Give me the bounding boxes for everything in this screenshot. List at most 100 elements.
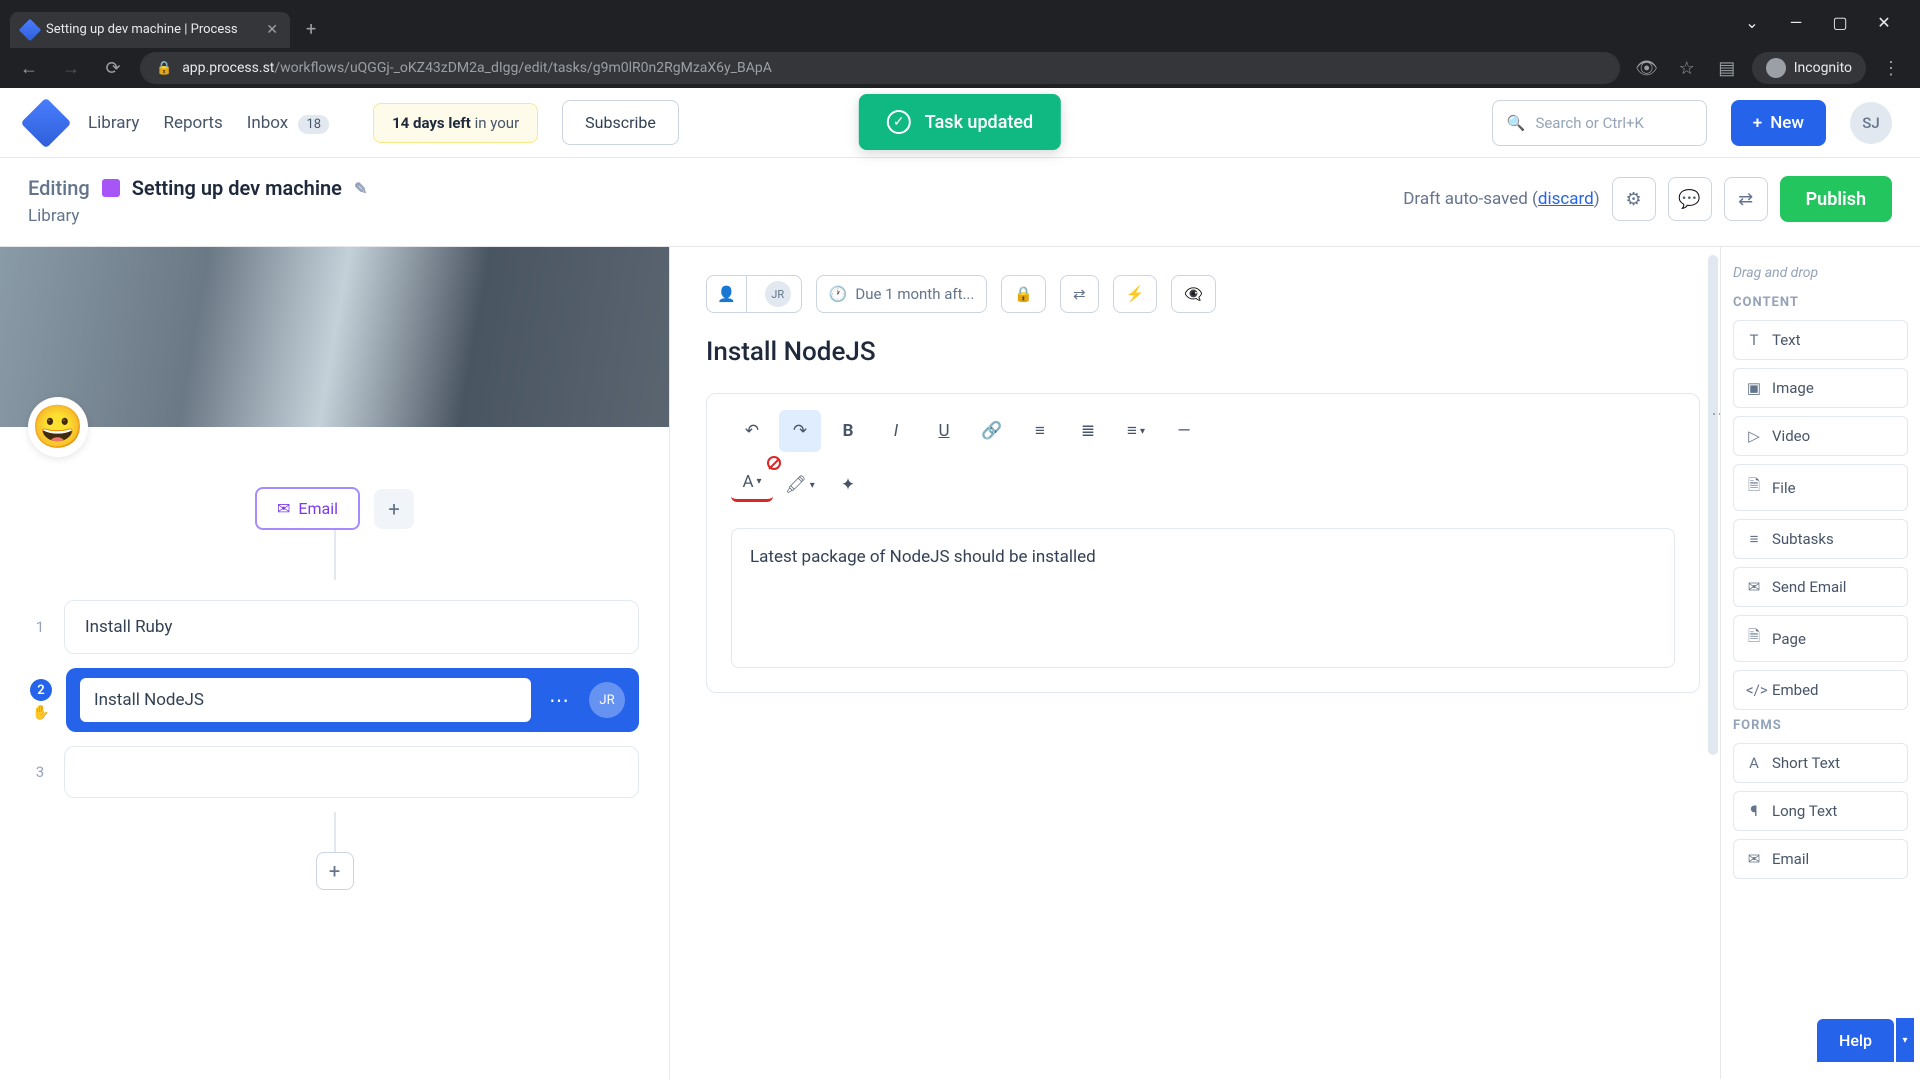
window-maximize-icon[interactable]: ▢: [1824, 8, 1856, 36]
extensions-icon[interactable]: ▤: [1712, 53, 1742, 83]
connector-line: [334, 530, 336, 580]
workflow-cover-image[interactable]: 😀: [0, 247, 669, 427]
task-more-icon[interactable]: ⋯: [543, 688, 577, 712]
block-image[interactable]: ▣Image: [1733, 368, 1908, 408]
browser-tab-strip: Setting up dev machine | Process ✕ + ⌄ —…: [0, 0, 1920, 48]
global-search[interactable]: 🔍 Search or Ctrl+K: [1492, 100, 1707, 146]
task-row-active[interactable]: 2 ✋ ⋯ JR: [30, 668, 639, 732]
task-row[interactable]: 1 Install Ruby: [30, 600, 639, 654]
block-file[interactable]: 🗎File: [1733, 464, 1908, 511]
block-text[interactable]: TText: [1733, 320, 1908, 360]
lock-icon: 🔒: [156, 61, 172, 76]
publish-button[interactable]: Publish: [1780, 176, 1892, 222]
forward-button[interactable]: →: [56, 53, 86, 83]
task-assignee-avatar[interactable]: JR: [589, 682, 625, 718]
long-text-icon: ¶: [1746, 802, 1762, 820]
block-embed[interactable]: </>Embed: [1733, 670, 1908, 710]
lock-pill[interactable]: 🔒: [1001, 275, 1046, 313]
scrollbar[interactable]: [1708, 255, 1718, 755]
italic-button[interactable]: I: [875, 410, 917, 452]
visibility-pill[interactable]: 👁‍🗨: [1171, 275, 1216, 313]
text-color-button[interactable]: A: [731, 464, 773, 502]
underline-button[interactable]: U: [923, 410, 965, 452]
due-date-text: Due 1 month aft...: [855, 285, 974, 303]
shuffle-button[interactable]: ⇄: [1724, 177, 1768, 221]
discard-link[interactable]: discard: [1538, 189, 1594, 209]
email-button[interactable]: ✉ Email: [255, 487, 360, 530]
kebab-menu-icon[interactable]: ⋮: [1876, 53, 1906, 83]
window-minimize-icon[interactable]: —: [1780, 8, 1812, 36]
panel-section-forms: FORMS: [1733, 718, 1908, 733]
nav-library[interactable]: Library: [88, 113, 139, 133]
plus-icon: +: [1753, 113, 1762, 133]
eye-off-icon[interactable]: 👁: [1632, 53, 1662, 83]
app-logo[interactable]: [21, 97, 72, 148]
block-send-email[interactable]: ✉Send Email: [1733, 567, 1908, 607]
star-icon[interactable]: ☆: [1672, 53, 1702, 83]
highlight-button[interactable]: 🖍: [779, 464, 821, 506]
chevron-down-icon[interactable]: ⌄: [1736, 8, 1768, 36]
search-icon: 🔍: [1507, 114, 1526, 132]
editor-content[interactable]: Latest package of NodeJS should be insta…: [731, 528, 1675, 668]
block-page[interactable]: 🗎Page: [1733, 615, 1908, 662]
task-card-empty[interactable]: [64, 746, 639, 798]
magic-button[interactable]: ✦: [827, 464, 869, 506]
back-button[interactable]: ←: [14, 53, 44, 83]
numbered-list-button[interactable]: ≣: [1067, 410, 1109, 452]
workflow-emoji[interactable]: 😀: [28, 397, 88, 457]
block-subtasks[interactable]: ≡Subtasks: [1733, 519, 1908, 559]
help-expand-icon[interactable]: ▾: [1896, 1018, 1914, 1062]
user-avatar[interactable]: SJ: [1850, 102, 1892, 144]
browser-tab[interactable]: Setting up dev machine | Process ✕: [10, 12, 290, 48]
tab-favicon: [19, 18, 42, 41]
task-title-input[interactable]: [80, 678, 531, 722]
bullet-list-button[interactable]: ≡: [1019, 410, 1061, 452]
bold-button[interactable]: B: [827, 410, 869, 452]
task-number-badge: 2: [30, 679, 52, 701]
assignee-avatar: JR: [765, 281, 791, 307]
link-button[interactable]: 🔗: [971, 410, 1013, 452]
comments-button[interactable]: 💬: [1668, 177, 1712, 221]
settings-button[interactable]: ⚙: [1612, 177, 1656, 221]
shuffle-pill[interactable]: ⇄: [1060, 275, 1099, 313]
user-icon: 👤: [707, 276, 747, 312]
drag-handle-icon[interactable]: ✋: [32, 705, 49, 721]
help-button[interactable]: Help: [1817, 1019, 1894, 1062]
incognito-badge: Incognito: [1752, 52, 1866, 84]
breadcrumb[interactable]: Library: [28, 206, 1403, 226]
task-row-empty[interactable]: 3: [30, 746, 639, 798]
add-header-button[interactable]: +: [374, 489, 414, 529]
editor-more-icon[interactable]: ⋯: [1711, 404, 1720, 425]
add-task-button[interactable]: +: [316, 852, 354, 890]
tab-close-icon[interactable]: ✕: [266, 22, 278, 38]
nav-inbox[interactable]: Inbox 18: [247, 113, 329, 133]
edit-title-icon[interactable]: ✎: [354, 179, 367, 198]
new-button[interactable]: + New: [1731, 100, 1826, 146]
envelope-icon: ✉: [1746, 578, 1762, 596]
block-video[interactable]: ▷Video: [1733, 416, 1908, 456]
redo-button[interactable]: ↷: [779, 410, 821, 452]
text-icon: T: [1746, 331, 1762, 349]
block-email-field[interactable]: ✉Email: [1733, 839, 1908, 879]
url-input[interactable]: 🔒 app.process.st/workflows/uQGGj-_oKZ43z…: [140, 52, 1620, 84]
task-card[interactable]: Install Ruby: [64, 600, 639, 654]
hr-button[interactable]: ―: [1163, 410, 1205, 452]
page-icon: 🗎: [1746, 626, 1762, 651]
task-detail-title[interactable]: Install NodeJS: [706, 337, 1700, 367]
subscribe-button[interactable]: Subscribe: [562, 100, 679, 145]
undo-button[interactable]: ↶: [731, 410, 773, 452]
assignee-pill[interactable]: 👤 JR: [706, 275, 802, 313]
nav-reports[interactable]: Reports: [163, 113, 222, 133]
block-short-text[interactable]: AShort Text: [1733, 743, 1908, 783]
align-button[interactable]: ≡: [1115, 410, 1157, 452]
automation-pill[interactable]: ⚡: [1113, 275, 1158, 313]
connector-line: [334, 812, 336, 852]
block-long-text[interactable]: ¶Long Text: [1733, 791, 1908, 831]
editing-label: Editing: [28, 176, 90, 200]
new-tab-button[interactable]: +: [294, 11, 328, 48]
reload-button[interactable]: ⟳: [98, 53, 128, 83]
toast-text: Task updated: [925, 112, 1033, 133]
search-placeholder: Search or Ctrl+K: [1535, 114, 1643, 132]
window-close-icon[interactable]: ✕: [1868, 8, 1900, 36]
due-date-pill[interactable]: 🕐 Due 1 month aft...: [816, 275, 988, 313]
